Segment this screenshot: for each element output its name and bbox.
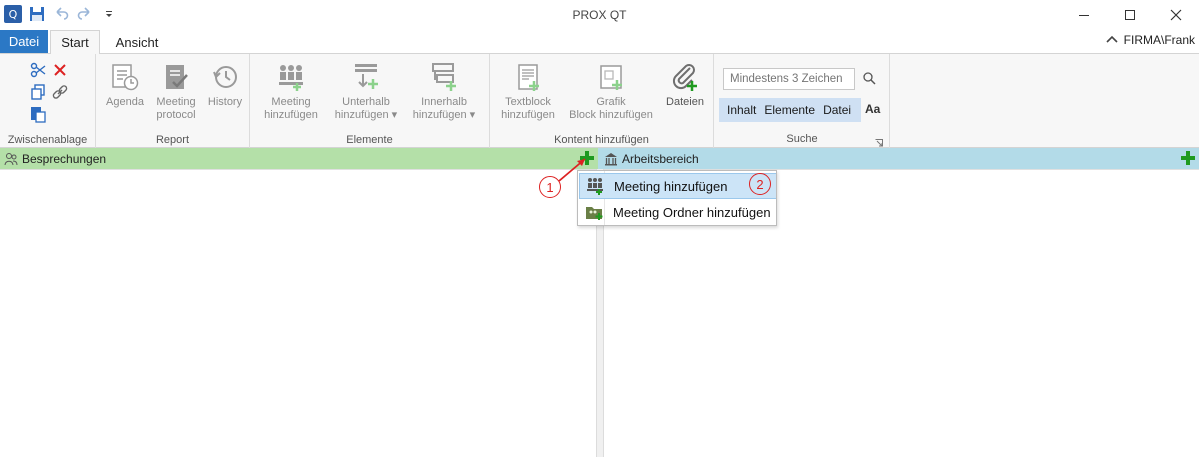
meetings-pane-header: Besprechungen (0, 148, 598, 169)
add-grafik-button[interactable]: Grafik Block hinzufügen (564, 60, 658, 122)
filter-file[interactable]: Datei (819, 98, 855, 122)
add-context-menu: Meeting hinzufügen Meeting Ordner hinzuf… (577, 170, 777, 226)
group-label-clipboard: Zwischenablage (7, 134, 88, 146)
textblock-label-2: hinzufügen (501, 109, 555, 121)
textblock-label-1: Textblock (505, 96, 551, 108)
meetings-pane-title: Besprechungen (22, 151, 107, 166)
history-button[interactable]: History (202, 60, 248, 109)
search-icon[interactable] (860, 68, 878, 88)
meeting-protocol-label-2: protocol (156, 109, 196, 121)
group-label-search: Suche (786, 133, 818, 145)
annotation-marker-1: 1 (539, 176, 561, 198)
add-textblock-button[interactable]: Textblock hinzufügen (496, 60, 560, 122)
match-case-button[interactable]: Aa (865, 102, 880, 116)
group-label-report: Report (155, 134, 190, 146)
grafik-label-1: Grafik (596, 96, 626, 108)
tab-file[interactable]: Datei (0, 30, 48, 53)
app-window: Q PROX QT Datei Start Ansicht FIRMA\Fran… (0, 0, 1199, 457)
files-label: Dateien (666, 96, 704, 108)
meeting-protocol-button[interactable]: Meeting protocol (150, 60, 202, 122)
search-filter-bar: Inhalt Elemente Datei (719, 98, 861, 122)
agenda-button[interactable]: Agenda (102, 60, 148, 109)
add-below-button[interactable]: Unterhalb hinzufügen ▾ (330, 60, 402, 122)
annotation-arrow (558, 158, 586, 182)
add-below-label-1: Unterhalb (342, 96, 390, 108)
paste-icon[interactable] (29, 105, 47, 123)
window-title: PROX QT (572, 8, 627, 22)
workspace-pane-title: Arbeitsbereich (622, 151, 699, 166)
add-meeting-label-2: hinzufügen (264, 109, 318, 121)
grafik-label-2: Block hinzufügen (569, 109, 653, 121)
add-meeting-label-1: Meeting (271, 96, 311, 108)
close-icon (1170, 9, 1182, 21)
history-icon (208, 60, 242, 94)
group-content: Textblock hinzufügen Grafik Block hinzuf… (490, 54, 714, 148)
minimize-button[interactable] (1061, 0, 1107, 30)
agenda-label: Agenda (106, 96, 144, 108)
group-label-elements: Elemente (346, 134, 393, 146)
filter-elements[interactable]: Elemente (760, 98, 819, 122)
group-label-content: Kontent hinzufügen (554, 134, 649, 146)
add-inside-button[interactable]: Innerhalb hinzufügen ▾ (406, 60, 482, 122)
user-name: FIRMA\Frank (1123, 33, 1195, 47)
add-workspace-plus-icon[interactable] (1180, 150, 1196, 166)
search-input[interactable] (723, 68, 855, 90)
maximize-button[interactable] (1107, 0, 1153, 30)
files-button[interactable]: Dateien (662, 60, 708, 109)
protocol-icon (159, 60, 193, 94)
add-inside-icon (427, 60, 461, 94)
menu-item-label: Meeting Ordner hinzufügen (613, 204, 771, 220)
add-below-label-2: hinzufügen ▾ (334, 109, 398, 121)
meeting-protocol-label-1: Meeting (156, 96, 196, 108)
delete-icon[interactable] (51, 61, 69, 79)
tab-start[interactable]: Start (50, 30, 100, 54)
add-meeting-ribbon-button[interactable]: Meeting hinzufügen (258, 60, 324, 122)
grafik-icon (594, 60, 628, 94)
ribbon: Zwischenablage Agenda Meeting protocol H… (0, 53, 1199, 148)
maximize-icon (1125, 10, 1135, 20)
link-icon[interactable] (51, 83, 69, 101)
meeting-people-icon (274, 60, 308, 94)
meetings-pane[interactable] (0, 169, 596, 457)
agenda-icon (108, 60, 142, 94)
building-icon (604, 152, 618, 166)
group-report: Agenda Meeting protocol History Report (96, 54, 250, 148)
meeting-folder-icon (583, 201, 605, 223)
ribbon-tabs: Datei Start Ansicht FIRMA\Frank (0, 30, 1199, 54)
minimize-icon (1079, 15, 1089, 16)
title-bar: Q PROX QT (0, 0, 1199, 30)
collapse-ribbon-icon[interactable] (1106, 33, 1118, 47)
menu-item-add-meeting-folder[interactable]: Meeting Ordner hinzufügen (579, 199, 776, 225)
copy-icon[interactable] (29, 83, 47, 101)
user-area: FIRMA\Frank (1106, 33, 1195, 47)
textblock-icon (511, 60, 545, 94)
window-controls (1061, 0, 1199, 30)
cut-icon[interactable] (29, 61, 47, 79)
tab-view[interactable]: Ansicht (108, 30, 166, 54)
dialog-launcher-icon[interactable] (875, 136, 883, 147)
menu-item-label: Meeting hinzufügen (614, 178, 728, 194)
annotation-marker-2: 2 (749, 173, 771, 195)
add-inside-label-2: hinzufügen ▾ (412, 109, 476, 121)
workspace-pane-header: Arbeitsbereich (598, 148, 1199, 169)
people-icon (4, 152, 18, 166)
close-button[interactable] (1153, 0, 1199, 30)
add-below-icon (349, 60, 383, 94)
filter-content[interactable]: Inhalt (723, 98, 760, 122)
group-clipboard: Zwischenablage (0, 54, 96, 148)
history-label: History (207, 96, 243, 108)
group-elements: Meeting hinzufügen Unterhalb hinzufügen … (250, 54, 490, 148)
paperclip-icon (668, 60, 702, 94)
add-inside-label-1: Innerhalb (421, 96, 467, 108)
menu-item-add-meeting[interactable]: Meeting hinzufügen (579, 173, 776, 199)
